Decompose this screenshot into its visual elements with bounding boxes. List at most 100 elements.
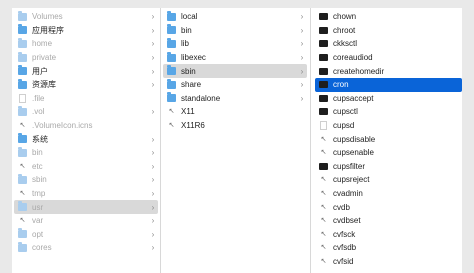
list-item-label: .file [32,93,45,103]
list-item-label: local [181,12,198,22]
column-usr[interactable]: local › bin › lib › libexec › sbin › share › standal… [163,10,307,273]
list-item[interactable]: ↖ var › [14,214,158,228]
list-item[interactable]: 资源库 › [14,78,158,92]
list-item-label: var [32,216,44,226]
list-item-label: cupsfilter [333,161,366,171]
list-item[interactable]: home › [14,37,158,51]
list-item[interactable]: cupsctl [315,105,462,119]
executable-icon [319,67,328,75]
finder-column-browser: Volumes › 应用程序 › home › private › 用户 › 资源库 › .file .v… [0,0,474,273]
list-item[interactable]: ↖ X11 [163,105,307,119]
list-item[interactable]: bin › [14,146,158,160]
list-item-label: .vol [32,107,45,117]
list-item-label: ckksctl [333,39,357,49]
list-item[interactable]: local › [163,10,307,24]
column-sbin[interactable]: chown chroot ckksctl coreaudiod createhomedi… [315,10,462,273]
list-item[interactable]: standalone › [163,92,307,106]
folder-icon [18,37,27,48]
list-item-label: Volumes [32,12,63,22]
list-item-label: libexec [181,53,206,63]
chevron-right-icon: › [151,25,155,35]
list-item-label: 系统 [32,134,48,144]
list-item-label: cron [333,80,349,90]
list-item[interactable]: sbin › [14,173,158,187]
executable-icon [319,13,328,21]
chevron-right-icon: › [151,229,155,239]
list-item[interactable]: chown [315,10,462,24]
list-item-label: private [32,53,57,63]
list-item[interactable]: ↖ cvfsdb [315,241,462,255]
list-item-label: opt [32,229,44,239]
list-item[interactable]: ↖ cvfsid [315,255,462,269]
list-item-label: .VolumeIcon.icns [32,121,93,131]
folder-icon [18,146,27,157]
column-resize-handle[interactable] [310,8,311,273]
list-item[interactable]: private › [14,51,158,65]
list-item[interactable]: ↖ cvfsck [315,228,462,242]
list-item[interactable]: opt › [14,228,158,242]
list-item[interactable]: cupsaccept [315,92,462,106]
chevron-right-icon: › [151,134,155,144]
chevron-right-icon: › [151,12,155,22]
alias-icon: ↖ [320,176,327,184]
list-item[interactable]: ↖ etc › [14,160,158,174]
list-item[interactable]: cupsfilter [315,160,462,174]
list-item[interactable]: bin › [163,24,307,38]
list-item[interactable]: usr › [14,200,158,214]
list-item[interactable]: ↖ .VolumeIcon.icns [14,119,158,133]
alias-icon: ↖ [19,122,26,130]
list-item[interactable]: cupsd [315,119,462,133]
folder-icon [167,92,176,103]
folder-icon [18,10,27,21]
list-item[interactable]: ↖ cvadmin [315,187,462,201]
list-item[interactable]: chroot [315,24,462,38]
window-top-edge [0,0,474,8]
alias-icon: ↖ [320,217,327,225]
list-item[interactable]: .file [14,92,158,106]
list-item[interactable]: ↖ X11R6 [163,119,307,133]
list-item[interactable]: createhomedir [315,64,462,78]
list-item[interactable]: ckksctl [315,37,462,51]
folder-icon [167,51,176,62]
chevron-right-icon: › [151,161,155,171]
list-item[interactable]: lib › [163,37,307,51]
document-icon [320,121,327,131]
list-item[interactable]: 系统 › [14,132,158,146]
list-item-label: tmp [32,189,46,199]
list-item[interactable]: cores › [14,241,158,255]
folder-icon [18,65,27,76]
list-item[interactable]: ↖ tmp › [14,187,158,201]
list-item[interactable]: 用户 › [14,64,158,78]
list-item[interactable]: coreaudiod [315,51,462,65]
list-item-label: coreaudiod [333,53,373,63]
list-item[interactable]: share › [163,78,307,92]
window-left-edge [0,0,12,273]
list-item-label: cupsenable [333,148,374,158]
executable-icon [319,162,328,170]
alias-icon: ↖ [19,162,26,170]
chevron-right-icon: › [300,12,304,22]
list-item[interactable]: ↖ cupsreject [315,173,462,187]
column-root[interactable]: Volumes › 应用程序 › home › private › 用户 › 资源库 › .file .v… [14,10,158,273]
folder-icon [18,78,27,89]
list-item[interactable]: 应用程序 › [14,24,158,38]
list-item[interactable]: Volumes › [14,10,158,24]
list-item[interactable]: cron [315,77,462,92]
column-resize-handle[interactable] [160,8,161,273]
list-item[interactable]: ↖ cupsenable [315,146,462,160]
folder-icon [18,241,27,252]
executable-icon [319,26,328,34]
chevron-right-icon: › [300,25,304,35]
alias-icon: ↖ [320,244,327,252]
folder-icon [167,24,176,35]
folder-icon [167,78,176,89]
list-item[interactable]: ↖ cvdbset [315,214,462,228]
list-item-label: cvdbset [333,216,361,226]
list-item[interactable]: ↖ cvdb [315,200,462,214]
alias-icon: ↖ [320,257,327,265]
list-item[interactable]: libexec › [163,51,307,65]
list-item[interactable]: sbin › [163,64,307,78]
list-item-label: cupsd [333,121,355,131]
list-item[interactable]: ↖ cupsdisable [315,132,462,146]
list-item[interactable]: .vol › [14,105,158,119]
